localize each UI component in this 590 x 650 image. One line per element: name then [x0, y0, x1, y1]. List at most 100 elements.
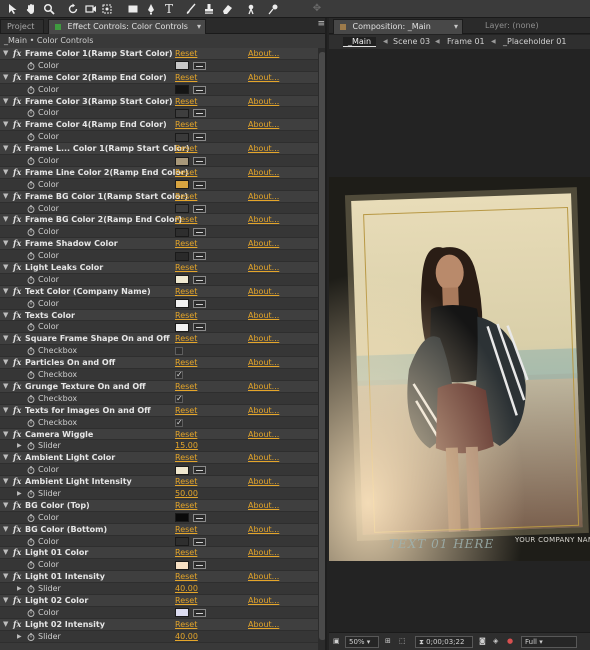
stopwatch-icon[interactable] [27, 418, 35, 427]
expand-arrow-icon[interactable]: ▼ [3, 96, 8, 108]
expand-arrow-icon[interactable]: ▼ [3, 619, 8, 631]
fx-icon[interactable]: fx [13, 48, 21, 60]
eyedropper-icon[interactable] [193, 85, 206, 94]
stopwatch-icon[interactable] [27, 442, 35, 451]
expand-arrow-icon[interactable]: ▶ [17, 488, 22, 500]
effect-row[interactable]: ▼ fx Camera Wiggle Reset About... [0, 428, 318, 441]
eyedropper-icon[interactable] [193, 299, 206, 308]
about-link[interactable]: About... [248, 333, 279, 345]
effect-row[interactable]: ▼ fx Light 02 Color Reset About... [0, 594, 318, 607]
reset-link[interactable]: Reset [175, 72, 197, 84]
type-tool-icon[interactable]: T [162, 2, 176, 16]
about-link[interactable]: About... [248, 72, 279, 84]
effect-row[interactable]: ▼ fx Ambient Light Color Reset About... [0, 452, 318, 465]
color-swatch[interactable] [175, 156, 189, 166]
expand-arrow-icon[interactable]: ▼ [3, 48, 8, 60]
expand-arrow-icon[interactable]: ▼ [3, 310, 8, 322]
fx-icon[interactable]: fx [13, 357, 21, 369]
channels-icon[interactable]: ● [507, 636, 513, 648]
stopwatch-icon[interactable] [27, 61, 35, 70]
reset-link[interactable]: Reset [175, 524, 197, 536]
effect-row[interactable]: ▼ fx Frame Shadow Color Reset About... [0, 238, 318, 251]
fx-icon[interactable]: fx [13, 500, 21, 512]
effect-row[interactable]: ▼ fx Square Frame Shape On and Off Reset Abo… [0, 333, 318, 346]
eyedropper-icon[interactable] [193, 157, 206, 166]
color-swatch[interactable] [175, 465, 189, 475]
stopwatch-icon[interactable] [27, 347, 35, 356]
about-link[interactable]: About... [248, 286, 279, 298]
dropdown-arrow-icon[interactable]: ▾ [197, 20, 201, 34]
expand-arrow-icon[interactable]: ▼ [3, 452, 8, 464]
fx-icon[interactable]: fx [13, 238, 21, 250]
expand-arrow-icon[interactable]: ▼ [3, 333, 8, 345]
reset-link[interactable]: Reset [175, 429, 197, 441]
expand-arrow-icon[interactable]: ▼ [3, 405, 8, 417]
expand-arrow-icon[interactable]: ▼ [3, 524, 8, 536]
reset-link[interactable]: Reset [175, 571, 197, 583]
stopwatch-icon[interactable] [27, 371, 35, 379]
about-link[interactable]: About... [248, 405, 279, 417]
about-link[interactable]: About... [248, 48, 279, 60]
effect-row[interactable]: ▼ fx BG Color (Bottom) Reset About... [0, 523, 318, 536]
stopwatch-icon[interactable] [27, 133, 35, 142]
expand-arrow-icon[interactable]: ▼ [3, 595, 8, 607]
about-link[interactable]: About... [248, 262, 279, 274]
expand-arrow-icon[interactable]: ▼ [3, 143, 8, 155]
eyedropper-icon[interactable] [193, 204, 206, 213]
eyedropper-icon[interactable] [193, 608, 206, 617]
puppet-pin-tool-icon[interactable] [266, 2, 280, 16]
tab-project[interactable]: Project [0, 19, 44, 34]
reset-link[interactable]: Reset [175, 96, 197, 108]
reset-link[interactable]: Reset [175, 310, 197, 322]
reset-link[interactable]: Reset [175, 143, 197, 155]
fx-icon[interactable]: fx [13, 595, 21, 607]
about-link[interactable]: About... [248, 452, 279, 464]
crumb-frame-01[interactable]: Frame 01 [447, 37, 485, 47]
expand-arrow-icon[interactable]: ▼ [3, 381, 8, 393]
scrollbar-thumb[interactable] [319, 52, 325, 640]
fx-icon[interactable]: fx [13, 333, 21, 345]
about-link[interactable]: About... [248, 167, 279, 179]
about-link[interactable]: About... [248, 96, 279, 108]
eyedropper-icon[interactable] [193, 109, 206, 118]
about-link[interactable]: About... [248, 238, 279, 250]
eyedropper-icon[interactable] [193, 561, 206, 570]
eyedropper-icon[interactable] [193, 133, 206, 142]
color-swatch[interactable] [175, 108, 189, 118]
crumb-placeholder-01[interactable]: _Placeholder 01 [503, 37, 566, 47]
expand-arrow-icon[interactable]: ▼ [3, 191, 8, 203]
expand-arrow-icon[interactable]: ▼ [3, 167, 8, 179]
fx-icon[interactable]: fx [13, 381, 21, 393]
eyedropper-icon[interactable] [193, 180, 206, 189]
expand-arrow-icon[interactable]: ▼ [3, 476, 8, 488]
fx-icon[interactable]: fx [13, 429, 21, 441]
about-link[interactable]: About... [248, 191, 279, 203]
expand-arrow-icon[interactable]: ▼ [3, 547, 8, 559]
fx-icon[interactable]: fx [13, 405, 21, 417]
effect-row[interactable]: ▼ fx Frame Color 1(Ramp Start Color) Reset A… [0, 48, 318, 60]
fx-icon[interactable]: fx [13, 262, 21, 274]
reset-link[interactable]: Reset [175, 119, 197, 131]
tab-composition[interactable]: Composition: _Main ▾ [333, 19, 463, 34]
snapshot-icon[interactable]: ◙ [479, 636, 486, 648]
eraser-tool-icon[interactable] [220, 2, 234, 16]
fx-icon[interactable]: fx [13, 619, 21, 631]
rectangle-tool-icon[interactable] [126, 2, 140, 16]
expand-arrow-icon[interactable]: ▼ [3, 238, 8, 250]
fx-icon[interactable]: fx [13, 476, 21, 488]
zoom-select[interactable]: 50% ▾ [345, 636, 379, 648]
fx-icon[interactable]: fx [13, 167, 21, 179]
reset-link[interactable]: Reset [175, 619, 197, 631]
reset-link[interactable]: Reset [175, 547, 197, 559]
effect-row[interactable]: ▼ fx Light 01 Intensity Reset About... [0, 571, 318, 584]
eyedropper-icon[interactable] [193, 537, 206, 546]
effect-row[interactable]: ▼ fx Light 02 Intensity Reset About... [0, 618, 318, 631]
pen-tool-icon[interactable] [144, 2, 158, 16]
color-swatch[interactable] [175, 322, 189, 332]
panel-menu-icon[interactable]: ≡ [317, 19, 325, 29]
always-preview-icon[interactable]: ▣ [333, 636, 340, 648]
show-snapshot-icon[interactable]: ◈ [493, 636, 498, 648]
about-link[interactable]: About... [248, 429, 279, 441]
composition-viewer[interactable]: TEXT 01 HERE YOUR COMPANY NAM [329, 50, 590, 632]
crumb-main[interactable]: _Main [343, 37, 377, 47]
